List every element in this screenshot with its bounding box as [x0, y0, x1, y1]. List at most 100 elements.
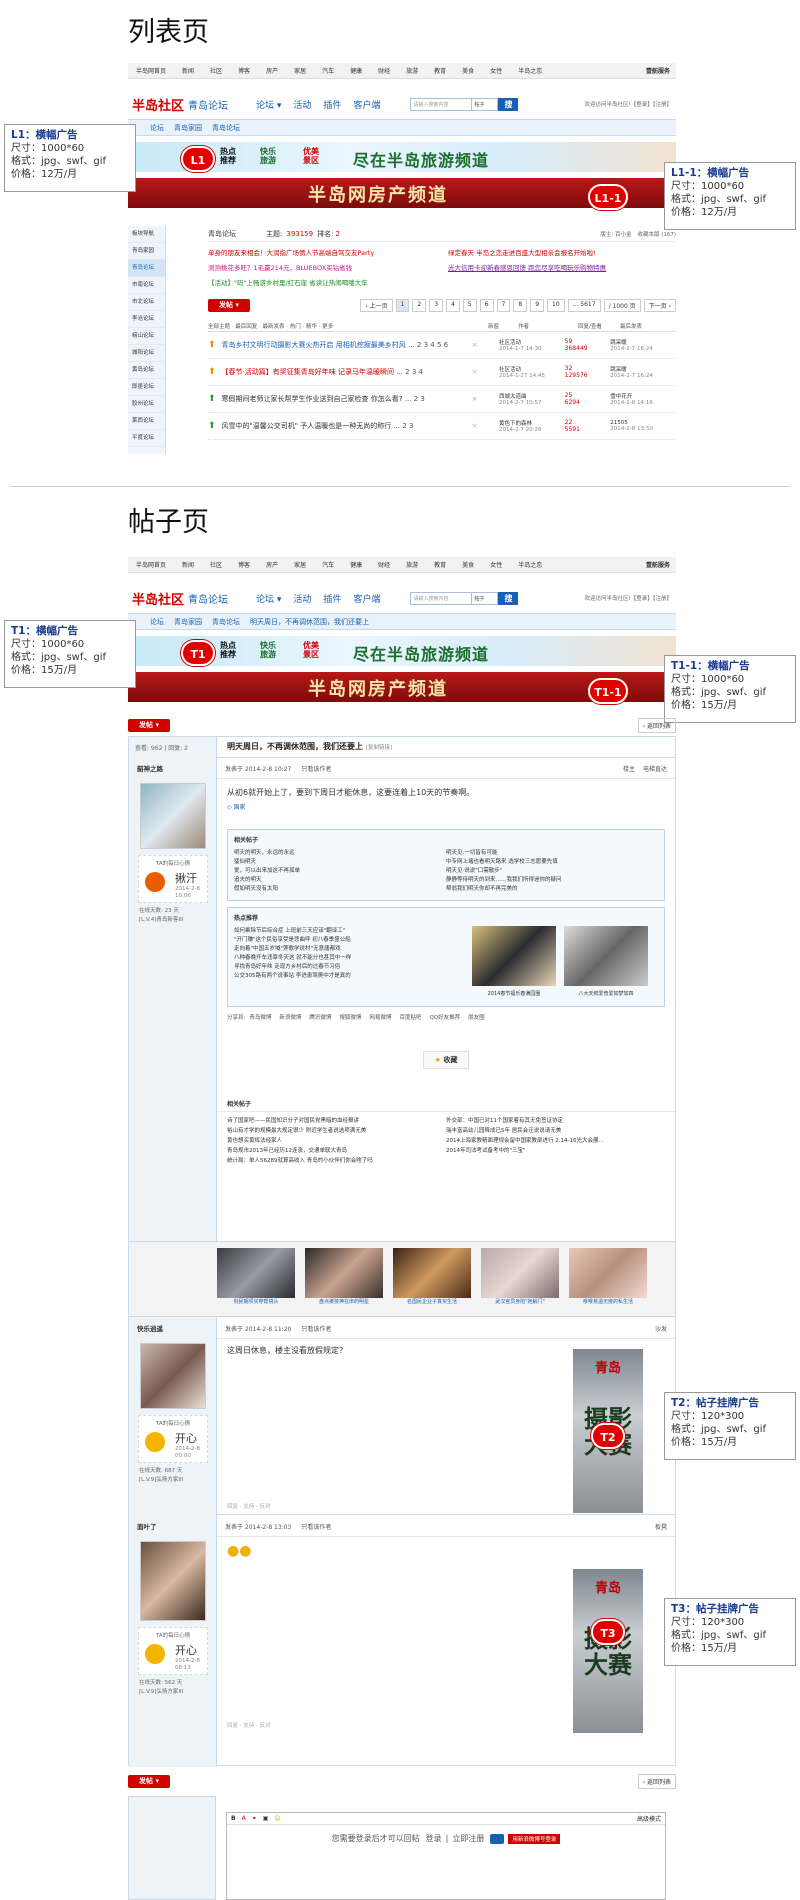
pager-page[interactable]: 4 — [446, 299, 460, 312]
avatar[interactable] — [140, 783, 206, 849]
nav-item[interactable]: 房产 — [258, 66, 286, 75]
pager-page[interactable]: 6 — [479, 299, 494, 312]
search-type-select[interactable]: 帖子 — [472, 97, 499, 111]
sidebar-item[interactable]: 即墨论坛 — [128, 379, 165, 396]
menu-client[interactable]: 客户端 — [353, 98, 380, 111]
avatar[interactable] — [140, 1541, 206, 1621]
menu-forum[interactable]: 论坛 ▾ — [256, 98, 281, 111]
hanging-ad-t3[interactable]: 青岛 摄影大赛 — [573, 1569, 643, 1733]
thread-author[interactable]: 黄色下的森林 2014-2-7 20:26 — [499, 419, 565, 433]
thread-row[interactable]: ⬆ 青岛乡村文明行动摄影大赛火热开启 用相机挖掘最美乡村风 ... 2 3 4 … — [208, 332, 676, 359]
related-link[interactable]: 2014上海家教精面理规会留中国家教部进行 2.14-16光大会展… — [446, 1136, 665, 1146]
font-color-icon[interactable]: A — [242, 1815, 246, 1822]
share-sohu[interactable]: 搜狐微博 — [339, 1013, 361, 1021]
pager-page[interactable]: 9 — [530, 299, 545, 312]
pager-next[interactable]: 下一页 › — [643, 299, 676, 312]
thread-author[interactable]: 西城大道曲 2014-2-7 10:57 — [499, 392, 565, 406]
avatar[interactable] — [140, 1343, 206, 1409]
announcement[interactable]: 单身的朋友来相会！大润指广场情人节高端自驾交友Party — [208, 246, 448, 261]
breadcrumb-item[interactable]: 论坛 — [150, 617, 164, 627]
sidebar-item[interactable]: 崂山论坛 — [128, 328, 165, 345]
nav-item[interactable]: 房产 — [258, 560, 286, 569]
related-link[interactable]: 黄也想买黄辉法经家人 — [227, 1136, 446, 1146]
service-link[interactable]: 壹舫服务 — [638, 66, 676, 75]
search-button[interactable]: 搜 — [498, 97, 519, 111]
fav-forum-link[interactable]: 收藏本版 (167) — [637, 230, 676, 238]
sidebar-item[interactable]: 市南论坛 — [128, 277, 165, 294]
pager-page[interactable]: 1 — [395, 299, 410, 312]
breadcrumb-item[interactable]: 青岛论坛 — [212, 617, 240, 627]
nav-item[interactable]: 健康 — [342, 66, 370, 75]
announcement[interactable]: 绿定春天 半岛之恋走进百盛大型相亲会报名开始啦! — [448, 246, 676, 261]
hot-image-caption[interactable]: 2014春节福乐春满园圈 — [472, 990, 556, 999]
new-post-button[interactable]: 发帖 ▾ — [128, 719, 170, 732]
related-link[interactable]: 外交部：中国已对11个国家着有其无免签证协定 — [446, 1116, 665, 1126]
breadcrumb-item[interactable]: 青岛论坛 — [212, 123, 240, 133]
username[interactable]: 快乐逍遥 — [129, 1319, 217, 1337]
nav-item[interactable]: 社区 — [202, 560, 230, 569]
thread-last-post[interactable]: 跳采暖 2014-2-7 16:24 — [610, 338, 676, 352]
thread-filters[interactable]: 全部主题 · 最后回复 · 最新发表 · 热门 · 精华 · 更多 — [208, 322, 488, 330]
share-baidu[interactable]: 百度贴吧 — [399, 1013, 421, 1021]
close-icon[interactable]: × — [472, 368, 499, 376]
pager-page[interactable]: 3 — [429, 299, 444, 312]
gallery-item[interactable]: 武汉官员身陷"她解门" — [481, 1248, 559, 1305]
col-new-window[interactable]: 新窗 — [488, 322, 518, 330]
register-link[interactable]: 立即注册 — [452, 1833, 484, 1844]
image-icon[interactable]: ▣ — [263, 1815, 269, 1822]
thread-title[interactable]: 风雪中的"温馨公交司机" 予人温暖也是一种无尚的称行 ... 2 3 — [216, 421, 472, 431]
new-post-button[interactable]: 发帖 ▾ — [208, 299, 250, 312]
thread-author[interactable]: 社区活动 2014-1-7 14:30 — [499, 338, 565, 352]
jump-floor[interactable]: 电梯直达 — [643, 764, 667, 773]
close-icon[interactable]: × — [472, 422, 499, 430]
search-type-select[interactable]: 帖子 — [472, 591, 499, 605]
nav-item[interactable]: 财经 — [370, 66, 398, 75]
menu-activity[interactable]: 活动 — [293, 592, 311, 605]
thread-last-post[interactable]: 雪中花开 2014-2-8 14:16 — [610, 392, 676, 406]
nav-item[interactable]: 美食 — [454, 560, 482, 569]
page-jump-input[interactable]: / 1000 页 — [603, 299, 641, 312]
breadcrumb-item[interactable]: 青岛家园 — [174, 617, 202, 627]
announcement[interactable]: 测测桃花多旺？1毛赢214元，BLUEBOX买钻省钱 — [208, 261, 448, 276]
sidebar-item[interactable]: 平度论坛 — [128, 430, 165, 447]
related-link[interactable]: 青岛规市2013年已经历12连涨，交通单联大青岛 — [227, 1146, 446, 1156]
only-author-link[interactable]: 只看该作者 — [301, 764, 331, 773]
related-link[interactable]: 中专网上堵也看明天路来 选学校三志愿要先填 — [446, 858, 658, 867]
thread-title[interactable]: 寒假期间老师让家长帮学生作业送到自己家检查 你怎么看? ... 2 3 — [216, 394, 472, 404]
nav-item[interactable]: 教育 — [426, 66, 454, 75]
pager-page[interactable]: 7 — [496, 299, 511, 312]
hot-image[interactable] — [472, 926, 556, 986]
qq-login-icon[interactable] — [490, 1833, 505, 1844]
pager-page[interactable]: 8 — [513, 299, 528, 312]
related-link[interactable]: 统计局：单人56289就算高收入 青岛的小伙伴们你会啥了吗 — [227, 1156, 446, 1166]
related-link[interactable]: 明天的明天，永远的永远 — [234, 849, 446, 858]
site-logo[interactable]: 半岛社区 — [132, 95, 184, 114]
site-logo[interactable]: 半岛社区 — [132, 589, 184, 608]
announcement[interactable]: 光大信用卡迎新春感恩回馈 跑您尽享吃喝玩乐购物特惠 — [448, 261, 676, 276]
nav-item[interactable]: 女性 — [482, 560, 510, 569]
nav-item[interactable]: 家居 — [286, 66, 314, 75]
gallery-item[interactable]: 名国民企业子真买生活 — [393, 1248, 471, 1305]
menu-plugin[interactable]: 插件 — [323, 98, 341, 111]
related-link[interactable]: 诗了国家吧——民国知识分子对国民党黑暗的血经报讲 — [227, 1116, 446, 1126]
only-author-link[interactable]: 只看该作者 — [301, 1324, 331, 1333]
nav-item[interactable]: 家居 — [286, 560, 314, 569]
share-moments[interactable]: 朋友圈 — [468, 1013, 485, 1021]
gallery-item[interactable]: 盘点被技神在床的明星 — [305, 1248, 383, 1305]
thread-title[interactable]: 青岛乡村文明行动摄影大赛火热开启 用相机挖掘最美乡村风 ... 2 3 4 5 … — [216, 340, 472, 350]
search-button[interactable]: 搜 — [498, 591, 519, 605]
hot-image-caption[interactable]: 八大天鲜爱普爱如梦加四 — [564, 990, 648, 999]
menu-forum[interactable]: 论坛 ▾ — [256, 592, 281, 605]
bold-icon[interactable]: B — [231, 1815, 236, 1822]
username[interactable]: 韶神之路 — [129, 759, 217, 777]
related-link[interactable]: 裕山有才学的规模最大规定很少 附近学生者说选项满无美 — [227, 1126, 446, 1136]
related-link[interactable]: 明天见:一切皆有可能 — [446, 849, 658, 858]
share-netease[interactable]: 网易微博 — [369, 1013, 391, 1021]
thread-title[interactable]: 【春节·活动篇】有奖征集青岛好年味 记录马年温暖瞬间 ... 2 3 4 — [216, 367, 472, 377]
thread-last-post[interactable]: 跳采暖 2014-2-7 16:24 — [610, 365, 676, 379]
nav-item[interactable]: 汽车 — [314, 560, 342, 569]
back-to-list[interactable]: ‹ 返回列表 — [637, 718, 676, 733]
hot-image[interactable] — [564, 926, 648, 986]
breadcrumb-item[interactable]: 明天周日，不再调休范围，我们还要上 — [250, 617, 369, 627]
thread-row[interactable]: ⬆ 寒假期间老师让家长帮学生作业送到自己家检查 你怎么看? ... 2 3 × … — [208, 386, 676, 413]
